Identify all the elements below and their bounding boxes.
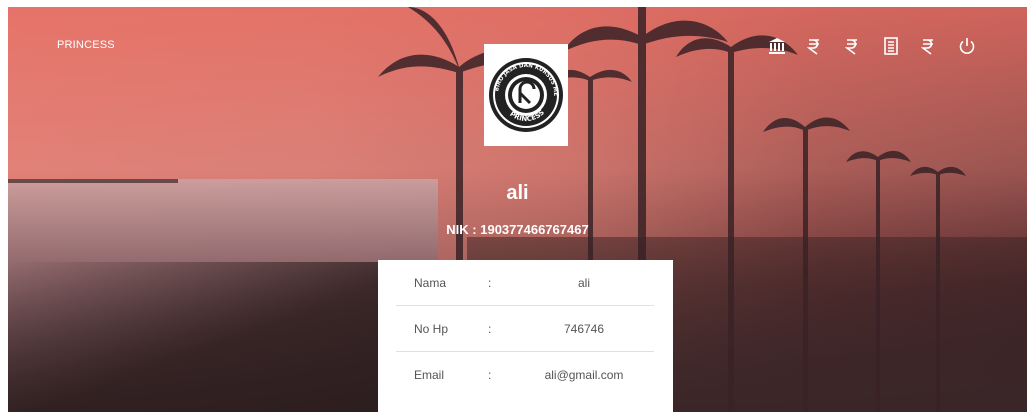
bank-icon[interactable] — [758, 35, 796, 57]
profile-nik: NIK : 190377466767467 — [446, 222, 589, 237]
detail-value: ali@gmail.com — [544, 368, 624, 382]
detail-value: 746746 — [563, 322, 605, 336]
detail-row-nama: Nama : ali — [396, 260, 654, 306]
detail-value: ali — [577, 276, 590, 290]
detail-separator: : — [488, 322, 492, 336]
payment-icon-3[interactable] — [910, 35, 948, 57]
detail-label: Nama — [414, 276, 447, 290]
document-icon[interactable] — [872, 35, 910, 57]
profile-name: ali — [506, 182, 529, 204]
power-icon[interactable] — [948, 35, 986, 57]
detail-separator: : — [488, 368, 492, 382]
payment-icon-2[interactable] — [834, 35, 872, 57]
detail-separator: : — [488, 276, 492, 290]
top-nav-icons — [758, 35, 986, 57]
logo: BIRO JASA DAN KURSUS MENGEMUDI PRINCESS — [484, 44, 568, 146]
payment-icon[interactable] — [796, 35, 834, 57]
page: PRINCESS BIRO JASA DAN KURSUS ME PRINCES… — [8, 7, 1027, 412]
profile-details-card: Nama : ali No Hp : 746746 Email : ali@gm… — [378, 260, 673, 412]
detail-row-email: Email : ali@gmail.com — [396, 352, 654, 397]
detail-row-no-hp: No Hp : 746746 — [396, 306, 654, 352]
brand-name[interactable]: PRINCESS — [57, 39, 115, 51]
princess-logo-icon: BIRO JASA DAN KURSUS MENGEMUDI PRINCESS — [486, 55, 563, 132]
detail-label: Email — [414, 368, 445, 382]
detail-label: No Hp — [414, 322, 449, 336]
